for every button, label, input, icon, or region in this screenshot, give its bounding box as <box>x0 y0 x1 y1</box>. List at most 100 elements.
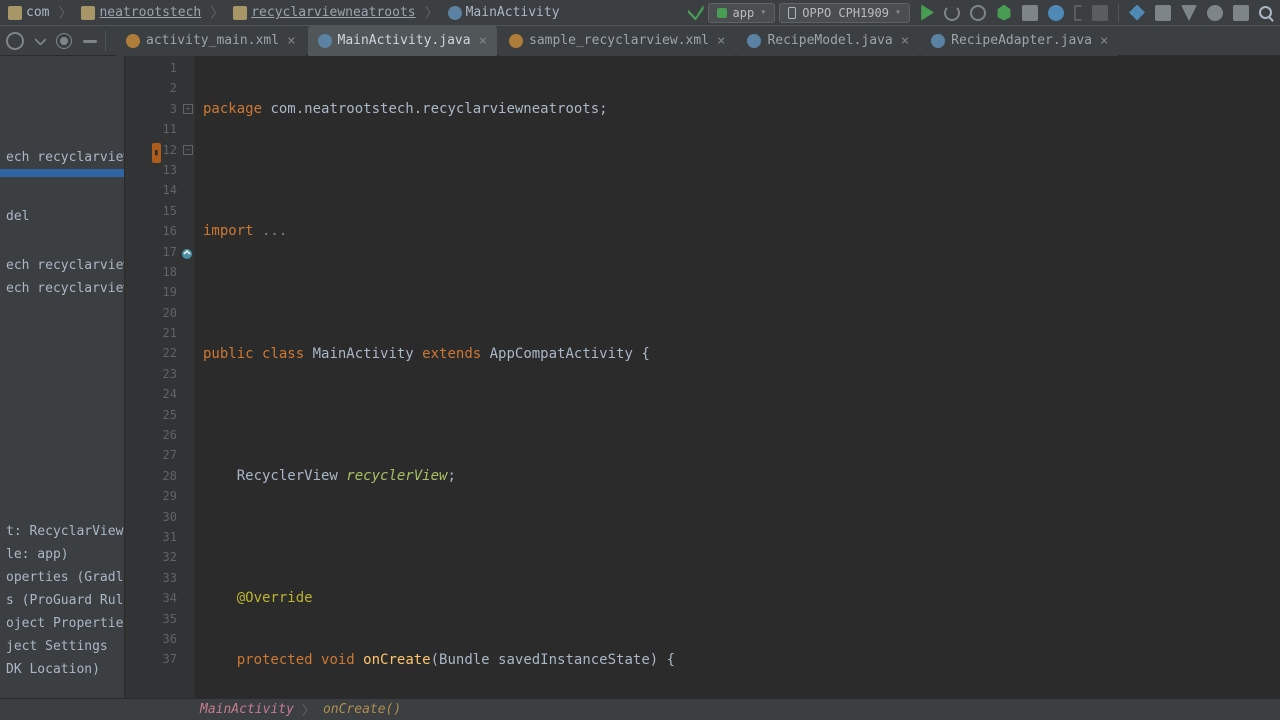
breadcrumb-class[interactable]: MainActivity <box>200 702 294 717</box>
avd-manager-button[interactable] <box>1207 5 1223 21</box>
line-number: 11 <box>125 119 195 139</box>
run-config-selector[interactable]: app▾ <box>708 3 776 23</box>
profiler-button[interactable] <box>1048 5 1064 21</box>
breadcrumb-item[interactable]: recyclarviewneatroots <box>225 0 423 26</box>
line-number: 19 <box>125 282 195 302</box>
breadcrumb: com 〉 neatrootstech 〉 recyclarviewneatro… <box>0 0 688 26</box>
stop-button[interactable] <box>1092 5 1108 21</box>
line-number: 14 <box>125 180 195 200</box>
main-area: ech recyclarviewn del ech recyclarviewn … <box>0 56 1280 698</box>
expand-icon[interactable] <box>34 33 47 46</box>
close-icon[interactable]: × <box>287 33 295 49</box>
run-button[interactable] <box>918 5 934 21</box>
collapse-icon[interactable] <box>83 40 97 43</box>
line-number: 13 <box>125 160 195 180</box>
fold-icon[interactable]: − <box>183 145 193 155</box>
tab-recipe-model[interactable]: RecipeModel.java× <box>737 26 919 56</box>
line-number: 12▮− <box>125 140 195 160</box>
code-editor[interactable]: 1 2 3+ 11 12▮− 13 14 15 16 17 18 19 20 2… <box>125 56 1280 698</box>
toolbar-actions <box>910 4 1280 22</box>
line-number: 34 <box>125 588 195 608</box>
chevron-right-icon: 〉 <box>424 3 440 23</box>
chevron-down-icon: ▾ <box>760 7 766 18</box>
tab-recipe-adapter[interactable]: RecipeAdapter.java× <box>921 26 1118 56</box>
tree-item-selected[interactable] <box>0 169 124 177</box>
attach-debugger-button[interactable] <box>1074 5 1082 21</box>
tree-item[interactable]: le: app) <box>0 543 124 566</box>
navigation-bar: com 〉 neatrootstech 〉 recyclarviewneatro… <box>0 0 1280 26</box>
close-icon[interactable]: × <box>717 33 725 49</box>
line-number: 16 <box>125 221 195 241</box>
line-number: 17 <box>125 242 195 262</box>
tree-item[interactable]: ech recyclarviewn <box>0 146 124 169</box>
line-number: 25 <box>125 405 195 425</box>
close-icon[interactable]: × <box>1100 33 1108 49</box>
git-commit-button[interactable] <box>1155 5 1171 21</box>
line-number: 26 <box>125 425 195 445</box>
fold-icon[interactable]: + <box>183 104 193 114</box>
coverage-button[interactable] <box>1022 5 1038 21</box>
apply-code-changes-button[interactable] <box>970 5 986 21</box>
line-number: 24 <box>125 384 195 404</box>
device-selector[interactable]: OPPO CPH1909▾ <box>779 3 910 23</box>
project-tree[interactable]: ech recyclarviewn del ech recyclarviewn … <box>0 56 125 698</box>
tab-main-activity[interactable]: MainActivity.java× <box>308 26 498 56</box>
line-number: 29 <box>125 486 195 506</box>
close-icon[interactable]: × <box>479 33 487 49</box>
line-number: 36 <box>125 629 195 649</box>
tree-item[interactable]: ject Settings <box>0 635 124 658</box>
git-push-button[interactable] <box>1181 5 1197 21</box>
tab-activity-main[interactable]: activity_main.xml× <box>116 26 306 56</box>
line-number: 1 <box>125 58 195 78</box>
line-number: 30 <box>125 507 195 527</box>
gutter: 1 2 3+ 11 12▮− 13 14 15 16 17 18 19 20 2… <box>125 56 195 698</box>
breadcrumb-item-class[interactable]: MainActivity <box>440 0 568 26</box>
editor-tab-row: activity_main.xml× MainActivity.java× sa… <box>0 26 1280 56</box>
line-number: 22 <box>125 343 195 363</box>
tree-item[interactable]: ech recyclarviewn <box>0 254 124 277</box>
git-update-button[interactable] <box>1129 5 1145 21</box>
line-number: 33 <box>125 568 195 588</box>
tree-item[interactable]: ech recyclarviewn <box>0 277 124 300</box>
line-number: 3+ <box>125 99 195 119</box>
line-number: 31 <box>125 527 195 547</box>
override-icon[interactable] <box>181 246 193 258</box>
separator <box>1118 4 1119 22</box>
line-number: 18 <box>125 262 195 282</box>
line-number: 23 <box>125 364 195 384</box>
sdk-manager-button[interactable] <box>1233 5 1249 21</box>
chevron-right-icon: 〉 <box>57 3 73 23</box>
line-number: 28 <box>125 466 195 486</box>
chevron-right-icon: 〉 <box>209 3 225 23</box>
tree-item[interactable]: DK Location) <box>0 658 124 681</box>
tree-item[interactable]: operties (Gradle V <box>0 566 124 589</box>
run-configuration: app▾ OPPO CPH1909▾ <box>688 3 910 23</box>
breadcrumb-method[interactable]: onCreate() <box>323 702 401 717</box>
line-number: 27 <box>125 445 195 465</box>
make-icon[interactable] <box>688 5 704 21</box>
line-number: 20 <box>125 303 195 323</box>
chevron-down-icon: ▾ <box>895 7 901 18</box>
line-number: 32 <box>125 547 195 567</box>
apply-changes-button[interactable] <box>944 5 960 21</box>
line-number: 35 <box>125 609 195 629</box>
code-area[interactable]: package com.neatrootstech.recyclarviewne… <box>195 56 1280 698</box>
line-number: 15 <box>125 201 195 221</box>
separator <box>105 31 106 51</box>
editor-tabs: activity_main.xml× MainActivity.java× sa… <box>116 26 1280 56</box>
line-number: 37 <box>125 649 195 669</box>
tree-item[interactable]: oject Properties <box>0 612 124 635</box>
tree-item[interactable]: t: RecyclarViewN <box>0 520 124 543</box>
breadcrumb-item[interactable]: neatrootstech <box>73 0 209 26</box>
debug-button[interactable] <box>996 5 1012 21</box>
select-open-icon[interactable] <box>6 32 24 50</box>
tree-item[interactable]: del <box>0 205 124 228</box>
tab-sample-recyclerview[interactable]: sample_recyclarview.xml× <box>499 26 735 56</box>
gear-icon[interactable] <box>60 37 68 45</box>
search-icon[interactable] <box>1259 6 1272 19</box>
close-icon[interactable]: × <box>901 33 909 49</box>
structure-breadcrumb: MainActivity 〉 onCreate() <box>0 698 1280 720</box>
chevron-right-icon: 〉 <box>294 700 323 719</box>
tree-item[interactable]: s (ProGuard Rules <box>0 589 124 612</box>
breadcrumb-item[interactable]: com <box>0 0 57 26</box>
